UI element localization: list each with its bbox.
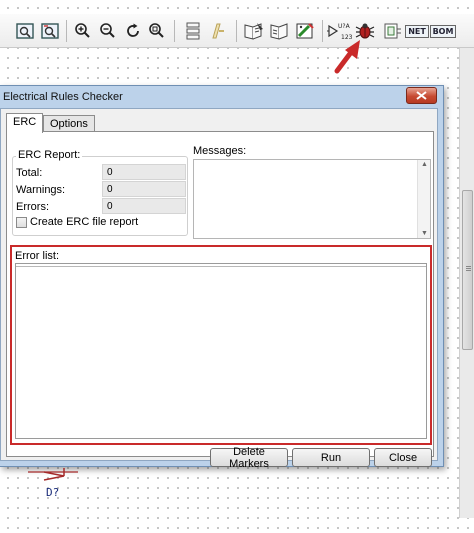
tab-options[interactable]: Options xyxy=(43,115,95,132)
scroll-up-icon[interactable]: ▲ xyxy=(421,161,428,168)
toolbar-separator xyxy=(322,20,323,42)
create-erc-report-checkbox[interactable] xyxy=(16,217,27,228)
warnings-label: Warnings: xyxy=(16,184,66,196)
total-value: 0 xyxy=(102,164,186,180)
toolbar-separator xyxy=(174,20,175,42)
cvpcb-icon[interactable] xyxy=(379,19,405,43)
hierarchy-navigator-icon[interactable] xyxy=(205,19,231,43)
zoom-redraw-icon[interactable] xyxy=(37,19,63,43)
zoom-page-icon[interactable] xyxy=(12,19,38,43)
bom-label: BOM xyxy=(429,24,457,38)
delete-markers-button[interactable]: Delete Markers xyxy=(210,446,288,470)
tab-erc[interactable]: ERC xyxy=(6,113,44,133)
zoom-fit-icon[interactable] xyxy=(144,19,170,43)
netlist-icon[interactable]: NET xyxy=(405,19,429,43)
toolbar-separator xyxy=(66,20,67,42)
erc-report-title: ERC Report: xyxy=(16,149,83,161)
error-list-highlight: Error list: xyxy=(10,245,432,445)
schematic-scrollbar-thumb[interactable] xyxy=(462,190,473,350)
dialog-title: Electrical Rules Checker xyxy=(3,91,123,103)
diode-symbol-icon[interactable] xyxy=(28,466,78,486)
window-close-button[interactable] xyxy=(406,87,437,104)
errors-value: 0 xyxy=(102,198,186,214)
errors-label: Errors: xyxy=(16,201,49,213)
error-list-header xyxy=(16,264,426,267)
navigate-hierarchy-icon[interactable] xyxy=(180,19,206,43)
dialog-titlebar[interactable]: Electrical Rules Checker xyxy=(0,86,443,108)
scroll-down-icon[interactable]: ▼ xyxy=(421,230,428,237)
error-list-label: Error list: xyxy=(15,250,59,262)
zoom-refresh-icon[interactable] xyxy=(120,19,146,43)
messages-label: Messages: xyxy=(193,145,247,157)
dialog-client-area: ERC Options ERC Report: Total: 0 Warning… xyxy=(0,108,438,470)
toolbar-separator xyxy=(236,20,237,42)
schematic-scrollbar[interactable] xyxy=(459,48,474,518)
error-list-box[interactable] xyxy=(15,263,427,439)
library-editor-icon[interactable] xyxy=(241,19,267,43)
netlist-label: NET xyxy=(405,24,429,38)
close-button[interactable]: Close xyxy=(374,448,432,467)
erc-dialog: Electrical Rules Checker ERC Options ERC… xyxy=(0,85,444,470)
component-reference[interactable]: D? xyxy=(46,486,59,499)
total-label: Total: xyxy=(16,167,43,179)
create-erc-report-label[interactable]: Create ERC file report xyxy=(30,216,138,228)
messages-box[interactable]: ▲ ▼ xyxy=(193,159,431,239)
run-button[interactable]: Run xyxy=(292,448,370,467)
bom-icon[interactable]: BOM xyxy=(429,19,457,43)
library-browser-icon[interactable] xyxy=(267,19,293,43)
zoom-out-icon[interactable] xyxy=(95,19,121,43)
warnings-value: 0 xyxy=(102,181,186,197)
annotate-text: U?A xyxy=(338,23,351,30)
erc-tab-panel: ERC Report: Total: 0 Warnings: 0 Errors:… xyxy=(6,131,434,470)
main-toolbar: U?A 123 NET BOM xyxy=(0,14,474,48)
messages-scrollbar[interactable]: ▲ ▼ xyxy=(417,160,430,238)
close-icon xyxy=(416,91,427,100)
annotation-arrow-icon xyxy=(334,40,360,74)
footprint-editor-icon[interactable] xyxy=(292,19,318,43)
zoom-in-icon[interactable] xyxy=(70,19,96,43)
